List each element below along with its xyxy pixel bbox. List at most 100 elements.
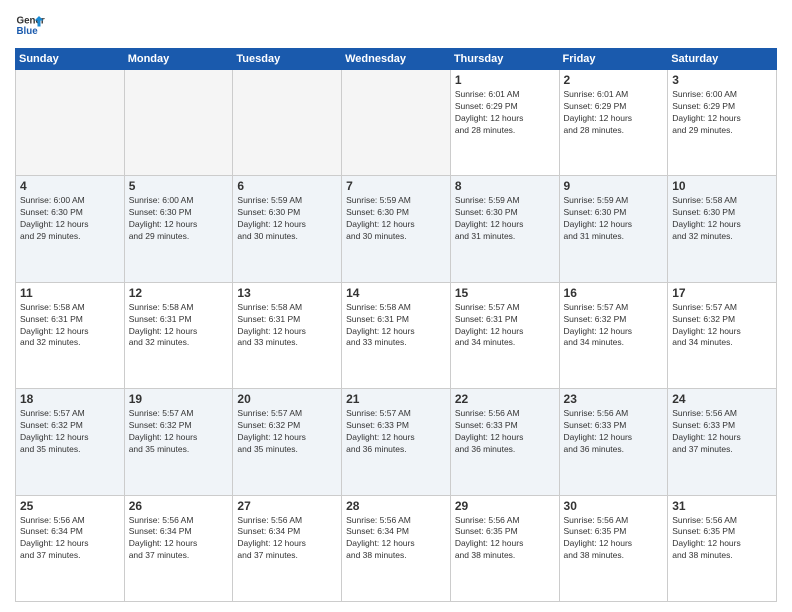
calendar-cell (233, 70, 342, 176)
day-number: 29 (455, 499, 555, 513)
weekday-header-tuesday: Tuesday (233, 49, 342, 70)
svg-text:Blue: Blue (17, 26, 39, 37)
calendar-cell: 20Sunrise: 5:57 AM Sunset: 6:32 PM Dayli… (233, 389, 342, 495)
calendar-cell: 27 Sunrise: 5:56 AM Sunset: 6:34 PM Dayli… (233, 495, 342, 601)
day-number: 1 (455, 73, 555, 87)
day-number: 7 (346, 179, 446, 193)
calendar-cell: 1 Sunrise: 6:01 AM Sunset: 6:29 PM Daylig… (450, 70, 559, 176)
day-info: Sunrise: 6:00 AM Sunset: 6:30 PM Dayligh… (129, 195, 229, 243)
day-number: 14 (346, 286, 446, 300)
logo: General Blue (15, 10, 45, 40)
calendar-week-1: 1 Sunrise: 6:01 AM Sunset: 6:29 PM Daylig… (16, 70, 777, 176)
day-info: Sunrise: 6:00 AM Sunset: 6:30 PM Dayligh… (20, 195, 120, 243)
weekday-header-row: SundayMondayTuesdayWednesdayThursdayFrid… (16, 49, 777, 70)
calendar-cell: 19 Sunrise: 5:57 AM Sunset: 6:32 PM Dayli… (124, 389, 233, 495)
day-info: Sunrise: 5:58 AM Sunset: 6:31 PM Dayligh… (20, 302, 120, 350)
calendar-cell: 14Sunrise: 5:58 AM Sunset: 6:31 PM Dayli… (342, 282, 451, 388)
day-info: Sunrise: 5:57 AM Sunset: 6:33 PM Dayligh… (346, 408, 446, 456)
calendar-cell: 18 Sunrise: 5:57 AM Sunset: 6:32 PM Dayli… (16, 389, 125, 495)
weekday-header-thursday: Thursday (450, 49, 559, 70)
day-info: Sunrise: 5:58 AM Sunset: 6:31 PM Dayligh… (129, 302, 229, 350)
day-info: Sunrise: 5:56 AM Sunset: 6:34 PM Dayligh… (129, 515, 229, 563)
day-number: 31 (672, 499, 772, 513)
day-number: 15 (455, 286, 555, 300)
day-number: 27 (237, 499, 337, 513)
calendar-cell (124, 70, 233, 176)
calendar-cell: 16 Sunrise: 5:57 AM Sunset: 6:32 PM Dayli… (559, 282, 668, 388)
calendar-cell: 12 Sunrise: 5:58 AM Sunset: 6:31 PM Dayli… (124, 282, 233, 388)
calendar-cell: 22 Sunrise: 5:56 AM Sunset: 6:33 PM Dayli… (450, 389, 559, 495)
day-info: Sunrise: 5:57 AM Sunset: 6:31 PM Dayligh… (455, 302, 555, 350)
calendar-cell: 13 Sunrise: 5:58 AM Sunset: 6:31 PM Dayli… (233, 282, 342, 388)
calendar-week-4: 18 Sunrise: 5:57 AM Sunset: 6:32 PM Dayli… (16, 389, 777, 495)
day-info: Sunrise: 5:59 AM Sunset: 6:30 PM Dayligh… (564, 195, 664, 243)
calendar-cell: 2 Sunrise: 6:01 AM Sunset: 6:29 PM Daylig… (559, 70, 668, 176)
weekday-header-monday: Monday (124, 49, 233, 70)
day-info: Sunrise: 5:57 AM Sunset: 6:32 PM Dayligh… (564, 302, 664, 350)
day-info: Sunrise: 5:59 AM Sunset: 6:30 PM Dayligh… (237, 195, 337, 243)
calendar-week-5: 25 Sunrise: 5:56 AM Sunset: 6:34 PM Dayli… (16, 495, 777, 601)
calendar-cell: 31 Sunrise: 5:56 AM Sunset: 6:35 PM Dayli… (668, 495, 777, 601)
weekday-header-friday: Friday (559, 49, 668, 70)
day-number: 26 (129, 499, 229, 513)
day-number: 17 (672, 286, 772, 300)
day-info: Sunrise: 5:58 AM Sunset: 6:30 PM Dayligh… (672, 195, 772, 243)
calendar-cell (342, 70, 451, 176)
day-info: Sunrise: 5:56 AM Sunset: 6:34 PM Dayligh… (237, 515, 337, 563)
day-number: 4 (20, 179, 120, 193)
day-info: Sunrise: 5:56 AM Sunset: 6:33 PM Dayligh… (455, 408, 555, 456)
calendar-cell: 10Sunrise: 5:58 AM Sunset: 6:30 PM Dayli… (668, 176, 777, 282)
calendar-cell: 17 Sunrise: 5:57 AM Sunset: 6:32 PM Dayli… (668, 282, 777, 388)
day-info: Sunrise: 5:56 AM Sunset: 6:33 PM Dayligh… (672, 408, 772, 456)
day-number: 2 (564, 73, 664, 87)
day-info: Sunrise: 5:56 AM Sunset: 6:35 PM Dayligh… (672, 515, 772, 563)
day-number: 23 (564, 392, 664, 406)
day-number: 13 (237, 286, 337, 300)
calendar-cell: 7 Sunrise: 5:59 AM Sunset: 6:30 PM Daylig… (342, 176, 451, 282)
day-number: 6 (237, 179, 337, 193)
day-number: 22 (455, 392, 555, 406)
day-number: 21 (346, 392, 446, 406)
calendar-cell: 11 Sunrise: 5:58 AM Sunset: 6:31 PM Dayli… (16, 282, 125, 388)
day-number: 24 (672, 392, 772, 406)
calendar-cell: 28 Sunrise: 5:56 AM Sunset: 6:34 PM Dayli… (342, 495, 451, 601)
calendar-cell: 21 Sunrise: 5:57 AM Sunset: 6:33 PM Dayli… (342, 389, 451, 495)
day-number: 5 (129, 179, 229, 193)
calendar-cell: 9Sunrise: 5:59 AM Sunset: 6:30 PM Daylig… (559, 176, 668, 282)
day-number: 30 (564, 499, 664, 513)
calendar-cell: 3Sunrise: 6:00 AM Sunset: 6:29 PM Daylig… (668, 70, 777, 176)
weekday-header-sunday: Sunday (16, 49, 125, 70)
day-info: Sunrise: 5:59 AM Sunset: 6:30 PM Dayligh… (346, 195, 446, 243)
day-info: Sunrise: 5:56 AM Sunset: 6:35 PM Dayligh… (564, 515, 664, 563)
calendar-cell: 6 Sunrise: 5:59 AM Sunset: 6:30 PM Daylig… (233, 176, 342, 282)
day-info: Sunrise: 5:58 AM Sunset: 6:31 PM Dayligh… (237, 302, 337, 350)
calendar-cell: 15 Sunrise: 5:57 AM Sunset: 6:31 PM Dayli… (450, 282, 559, 388)
day-info: Sunrise: 5:56 AM Sunset: 6:35 PM Dayligh… (455, 515, 555, 563)
day-number: 28 (346, 499, 446, 513)
day-number: 16 (564, 286, 664, 300)
day-number: 12 (129, 286, 229, 300)
day-number: 25 (20, 499, 120, 513)
calendar-cell: 24 Sunrise: 5:56 AM Sunset: 6:33 PM Dayli… (668, 389, 777, 495)
calendar-week-2: 4 Sunrise: 6:00 AM Sunset: 6:30 PM Daylig… (16, 176, 777, 282)
calendar-cell: 26 Sunrise: 5:56 AM Sunset: 6:34 PM Dayli… (124, 495, 233, 601)
day-info: Sunrise: 5:59 AM Sunset: 6:30 PM Dayligh… (455, 195, 555, 243)
calendar-cell: 25 Sunrise: 5:56 AM Sunset: 6:34 PM Dayli… (16, 495, 125, 601)
day-info: Sunrise: 5:57 AM Sunset: 6:32 PM Dayligh… (237, 408, 337, 456)
calendar-cell: 4 Sunrise: 6:00 AM Sunset: 6:30 PM Daylig… (16, 176, 125, 282)
day-number: 8 (455, 179, 555, 193)
day-info: Sunrise: 5:56 AM Sunset: 6:34 PM Dayligh… (346, 515, 446, 563)
header: General Blue (15, 10, 777, 40)
day-number: 18 (20, 392, 120, 406)
day-info: Sunrise: 5:56 AM Sunset: 6:34 PM Dayligh… (20, 515, 120, 563)
day-info: Sunrise: 6:01 AM Sunset: 6:29 PM Dayligh… (455, 89, 555, 137)
logo-icon: General Blue (15, 10, 45, 40)
day-number: 19 (129, 392, 229, 406)
day-info: Sunrise: 6:01 AM Sunset: 6:29 PM Dayligh… (564, 89, 664, 137)
calendar-week-3: 11 Sunrise: 5:58 AM Sunset: 6:31 PM Dayli… (16, 282, 777, 388)
day-info: Sunrise: 5:57 AM Sunset: 6:32 PM Dayligh… (672, 302, 772, 350)
calendar-cell: 8 Sunrise: 5:59 AM Sunset: 6:30 PM Daylig… (450, 176, 559, 282)
day-number: 11 (20, 286, 120, 300)
day-info: Sunrise: 5:57 AM Sunset: 6:32 PM Dayligh… (129, 408, 229, 456)
day-info: Sunrise: 5:57 AM Sunset: 6:32 PM Dayligh… (20, 408, 120, 456)
